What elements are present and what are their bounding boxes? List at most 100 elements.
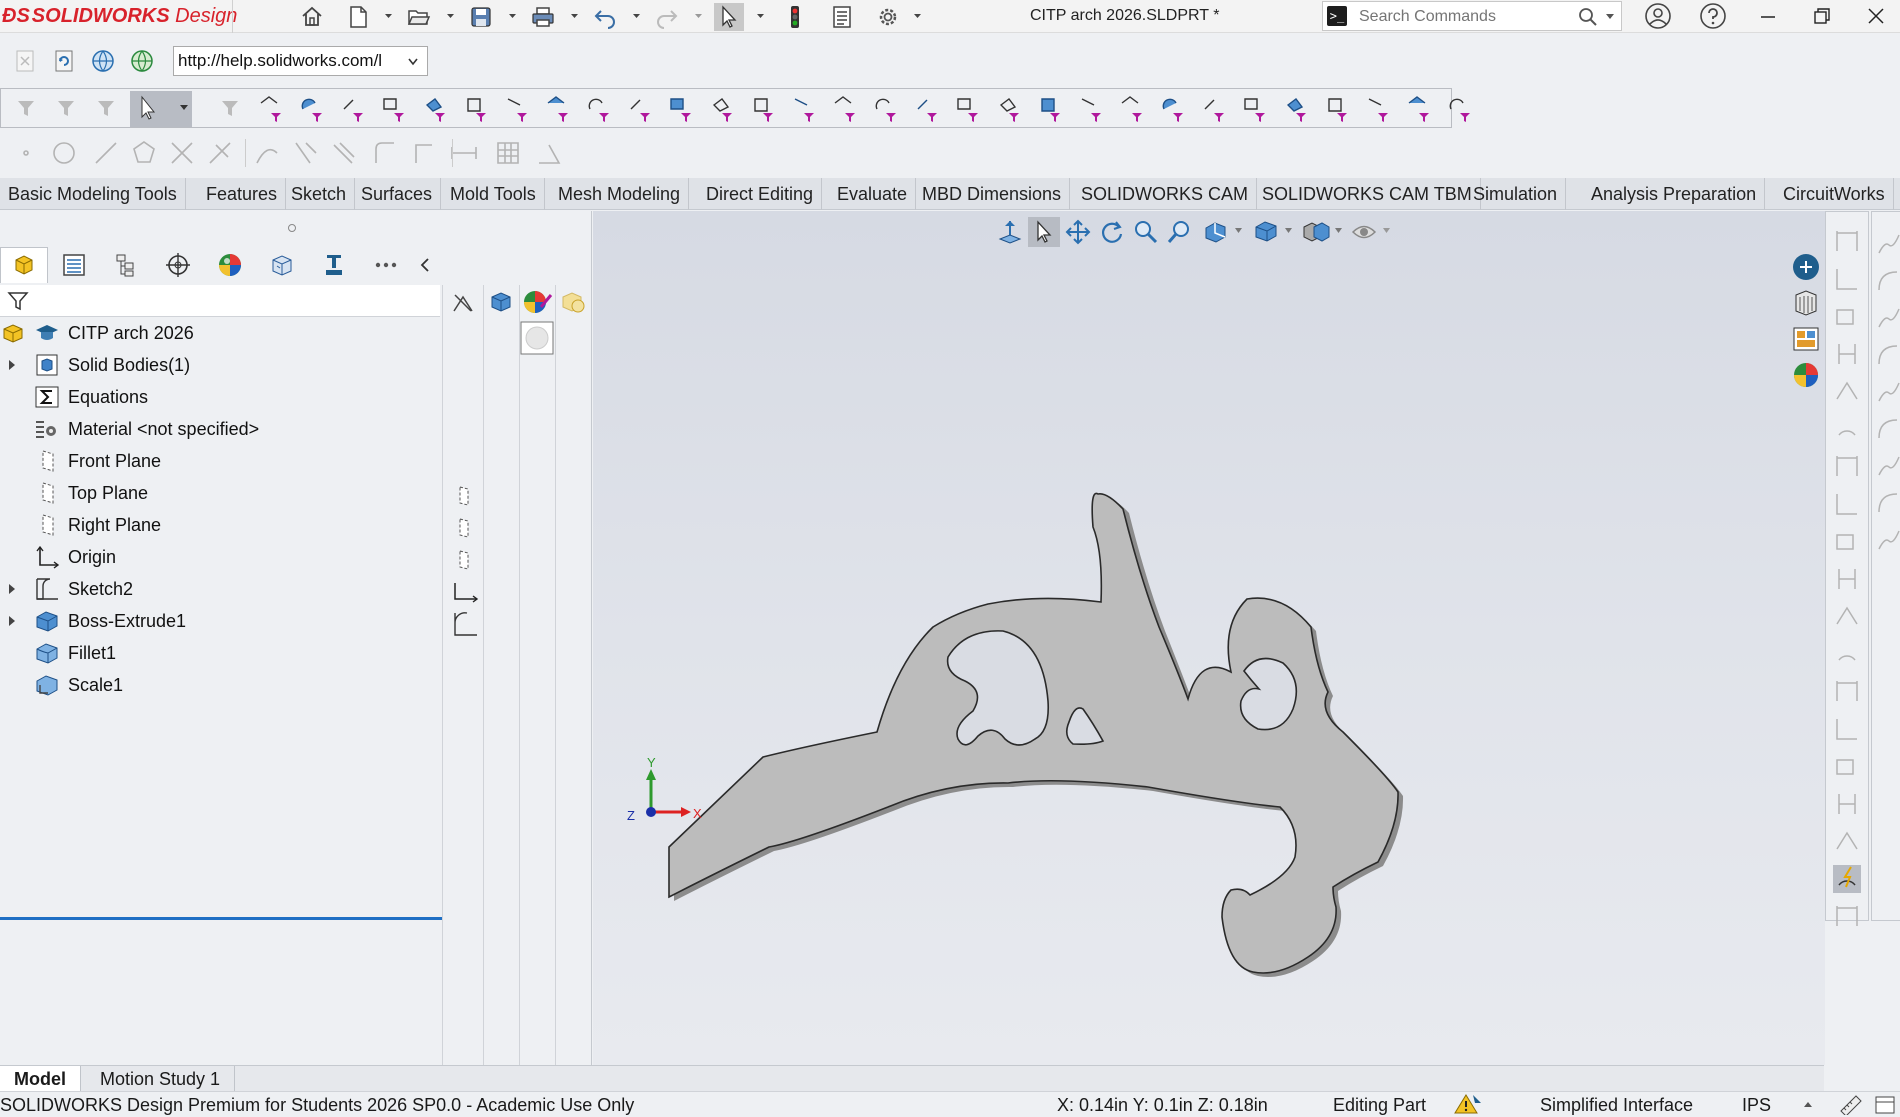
redo-dropdown-icon[interactable] [694,11,703,21]
filter-surface-bodies-icon[interactable] [382,95,410,123]
sketch-style-spline-icon[interactable] [1875,527,1900,553]
filter-datum-features-icon[interactable] [915,95,943,123]
relation-parallel-icon[interactable] [1833,527,1861,555]
sketch-point-icon[interactable] [12,139,40,167]
dimension-ordinate-icon[interactable] [1833,340,1861,368]
rebuild-traffic-light-icon[interactable] [780,3,810,31]
open-folder-icon[interactable] [404,3,434,31]
tree-filter-row[interactable] [0,285,440,317]
model-tab[interactable]: Model [0,1066,81,1092]
tab-sketch[interactable]: Sketch [283,178,356,210]
print-icon[interactable] [528,3,558,31]
filter-notes-icon[interactable] [874,95,902,123]
design-library-icon[interactable] [1790,287,1822,319]
filter-blocks-icon[interactable] [1079,95,1107,123]
relation-icon[interactable] [1833,452,1861,480]
dimension-baseline-icon[interactable] [1833,302,1861,330]
select-arrow-icon[interactable] [130,91,192,127]
sketch-conic-icon[interactable] [1875,453,1900,479]
tab-mesh-modeling[interactable]: Mesh Modeling [550,178,690,210]
filter-solid-bodies-icon[interactable] [423,95,451,123]
relation-auto-icon[interactable] [1833,827,1861,855]
filter-ref-axes-icon[interactable] [1284,95,1312,123]
search-input[interactable] [1359,6,1559,28]
search-mode-icon[interactable]: >_ [1327,6,1347,26]
status-more-icon[interactable] [1874,1095,1896,1115]
filter-cosmetic-threads-icon[interactable] [1038,95,1066,123]
smart-dimension-icon[interactable] [450,139,478,167]
expand-arrow-icon[interactable] [8,359,16,371]
filter-connection-points-icon[interactable] [1161,95,1189,123]
centerline-icon[interactable] [410,139,438,167]
sketch-arc-icon[interactable] [1875,268,1900,294]
filter-geometric-tolerances-icon[interactable] [833,95,861,123]
cam-feature-tree-tab[interactable] [258,247,306,283]
plane-visibility-icon[interactable] [453,485,475,507]
filter-dimensions-icon[interactable] [751,95,779,123]
search-dropdown-icon[interactable] [1605,13,1615,21]
tab-mbd-dimensions[interactable]: MBD Dimensions [914,178,1071,210]
units-status[interactable]: IPS [1742,1095,1771,1116]
motion-study-tab[interactable]: Motion Study 1 [86,1066,236,1092]
filter-components-icon[interactable] [1407,95,1435,123]
sketch-parabola-icon[interactable] [1875,416,1900,442]
save-icon[interactable] [466,3,496,31]
tree-item-scale1[interactable]: Scale1 [0,669,440,701]
relation-tangent-icon[interactable] [1833,565,1861,593]
toggle-filter-toolbar-icon[interactable] [54,95,82,123]
appearances-scenes-icon[interactable] [1790,359,1822,391]
print-dropdown-icon[interactable] [570,11,579,21]
mirror-icon[interactable] [330,139,358,167]
rebuild-warning-icon[interactable] [1453,1093,1483,1115]
relation-fix-icon[interactable] [1833,677,1861,705]
grid-icon[interactable] [494,139,522,167]
tree-item-front-plane[interactable]: Front Plane [0,445,440,477]
feature-manager-tab[interactable] [0,247,48,283]
filter-centerline-icon[interactable] [710,95,738,123]
filter-midpoints-icon[interactable] [628,95,656,123]
redo-icon[interactable] [652,3,682,31]
tab-solidworks-cam-tbm[interactable]: SOLIDWORKS CAM TBM [1254,178,1481,210]
filter-funnel-icon[interactable] [6,289,30,313]
filter-surface-finish-icon[interactable] [792,95,820,123]
filter-dowel-pins-icon[interactable] [1120,95,1148,123]
plane-visibility-icon[interactable] [453,549,475,571]
filter-exploded-lines-icon[interactable] [1366,95,1394,123]
tab-solidworks-cam[interactable]: SOLIDWORKS CAM [1073,178,1258,210]
filter-sketch-segments-icon[interactable] [587,95,615,123]
tab-circuitworks[interactable]: CircuitWorks [1775,178,1894,210]
refresh-page-icon[interactable] [51,48,77,74]
tree-item-fillet1[interactable]: Fillet1 [0,637,440,669]
search-icon[interactable] [1578,7,1598,27]
line-icon[interactable] [92,139,120,167]
tab-simulation[interactable]: Simulation [1465,178,1567,210]
property-manager-tab[interactable] [50,247,98,283]
rollback-bar[interactable] [0,917,442,920]
url-input[interactable] [178,51,403,71]
offset-icon[interactable] [253,139,281,167]
new-document-icon[interactable] [343,3,373,31]
filter-center-marks-icon[interactable] [669,95,697,123]
dimension-horizontal-icon[interactable] [1833,227,1861,255]
open-dropdown-icon[interactable] [446,11,455,21]
expand-arrow-icon[interactable] [8,583,16,595]
tab-features[interactable]: Features [198,178,287,210]
toolbar-customize-icon[interactable] [1838,1093,1866,1115]
dimension-chain-icon[interactable] [1833,377,1861,405]
configuration-manager-tab[interactable] [102,247,150,283]
select-dropdown-icon[interactable] [756,11,765,21]
dimension-angular-icon[interactable] [1833,415,1861,443]
relation-merge-icon[interactable] [1833,715,1861,743]
sketch-spline-icon[interactable] [1875,231,1900,257]
appearance-icon[interactable] [521,287,553,317]
sketch-slot-icon[interactable] [1875,342,1900,368]
tab-basic-modeling-tools[interactable]: Basic Modeling Tools [0,178,186,210]
options-gear-icon[interactable] [873,3,903,31]
undo-icon[interactable] [590,3,620,31]
filter-weld-symbols-icon[interactable] [956,95,984,123]
new-dropdown-icon[interactable] [384,11,393,21]
model-canvas[interactable]: Y X Z [593,211,1825,1065]
more-tabs-icon[interactable] [362,247,410,283]
display-manager-tab[interactable] [206,247,254,283]
file-properties-icon[interactable] [827,3,857,31]
